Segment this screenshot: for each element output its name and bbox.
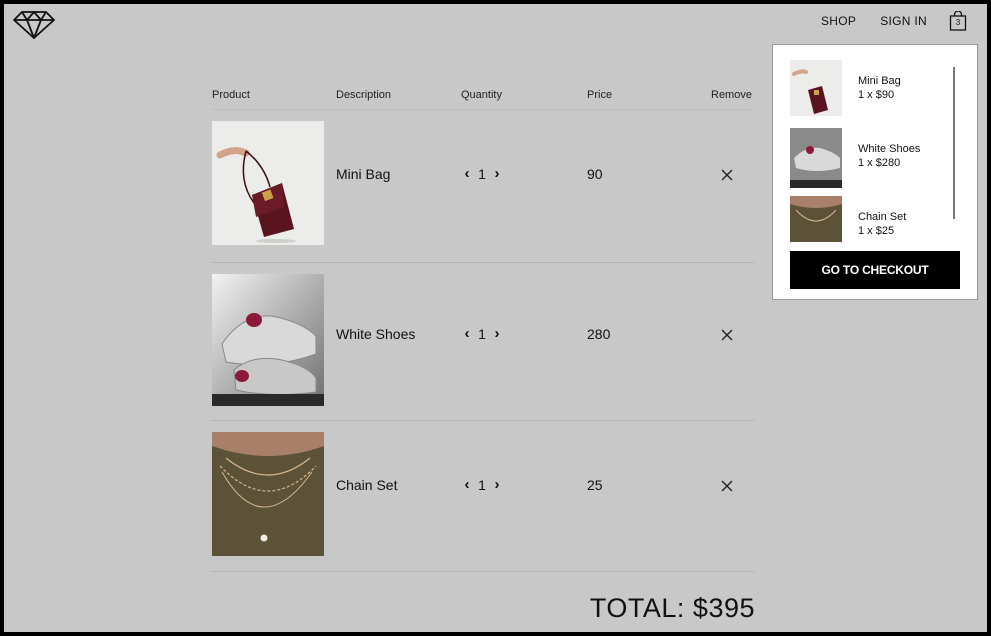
product-price: 280 [587,326,611,342]
header-remove: Remove [711,89,752,101]
chevron-left-icon[interactable]: ‹ [461,165,473,182]
checkout-button[interactable]: GO TO CHECKOUT [790,251,960,289]
quantity-stepper: ‹ 1 › [461,476,503,493]
cart-count-badge: 3 [955,18,961,27]
mini-cart-item-qty: 1 x $90 [858,89,895,101]
table-row: Mini Bag ‹ 1 › 90 [212,110,755,263]
quantity-value: 1 [478,325,486,342]
nav-shop-link[interactable]: SHOP [821,14,856,28]
diamond-icon[interactable] [12,10,56,40]
product-name: Mini Bag [336,166,391,182]
cart-table: Product Description Quantity Price Remov… [212,88,755,572]
table-row: Chain Set ‹ 1 › 25 [212,421,755,572]
header-quantity: Quantity [461,89,502,101]
top-nav: SHOP SIGN IN 3 [797,11,967,31]
list-item[interactable]: White Shoes 1 x $280 [790,128,956,196]
mini-cart-item-qty: 1 x $25 [858,225,895,237]
mini-cart-scrollbar[interactable] [953,67,955,219]
quantity-value: 1 [478,165,486,182]
product-name: White Shoes [336,326,416,342]
chevron-right-icon[interactable]: › [491,325,503,342]
quantity-stepper: ‹ 1 › [461,165,503,182]
mini-cart-item-name: White Shoes [858,143,921,155]
table-header: Product Description Quantity Price Remov… [212,88,755,110]
page-frame: SHOP SIGN IN 3 Product Description Quant… [4,4,987,632]
mini-cart-item-qty: 1 x $280 [858,157,901,169]
chevron-right-icon[interactable]: › [491,476,503,493]
chevron-left-icon[interactable]: ‹ [461,325,473,342]
mini-cart-thumb [790,196,842,242]
shopping-bag-icon[interactable]: 3 [949,11,967,31]
close-icon[interactable] [718,326,736,344]
header-price: Price [587,89,613,101]
mini-cart-dropdown: Mini Bag 1 x $90 White Shoes 1 x $280 Ch… [772,44,978,300]
mini-cart-thumb [790,60,842,116]
quantity-stepper: ‹ 1 › [461,325,503,342]
product-name: Chain Set [336,477,398,493]
nav-signin-link[interactable]: SIGN IN [880,14,927,28]
header-description: Description [336,89,392,101]
product-image-chain-set[interactable] [212,432,324,556]
mini-cart-list: Mini Bag 1 x $90 White Shoes 1 x $280 Ch… [790,60,956,242]
product-price: 90 [587,166,603,182]
mini-cart-item-name: Chain Set [858,211,907,223]
mini-cart-thumb [790,128,842,188]
cart-total: TOTAL: $395 [589,593,755,623]
close-icon[interactable] [718,166,736,184]
quantity-value: 1 [478,476,486,493]
close-icon[interactable] [718,477,736,495]
product-price: 25 [587,477,603,493]
mini-cart-item-name: Mini Bag [858,75,901,87]
list-item[interactable]: Mini Bag 1 x $90 [790,60,956,128]
table-row: White Shoes ‹ 1 › 280 [212,263,755,421]
product-image-white-shoes[interactable] [212,274,324,406]
list-item[interactable]: Chain Set 1 x $25 [790,196,956,242]
chevron-left-icon[interactable]: ‹ [461,476,473,493]
product-image-mini-bag[interactable] [212,121,324,245]
header-product: Product [212,89,250,101]
chevron-right-icon[interactable]: › [491,165,503,182]
